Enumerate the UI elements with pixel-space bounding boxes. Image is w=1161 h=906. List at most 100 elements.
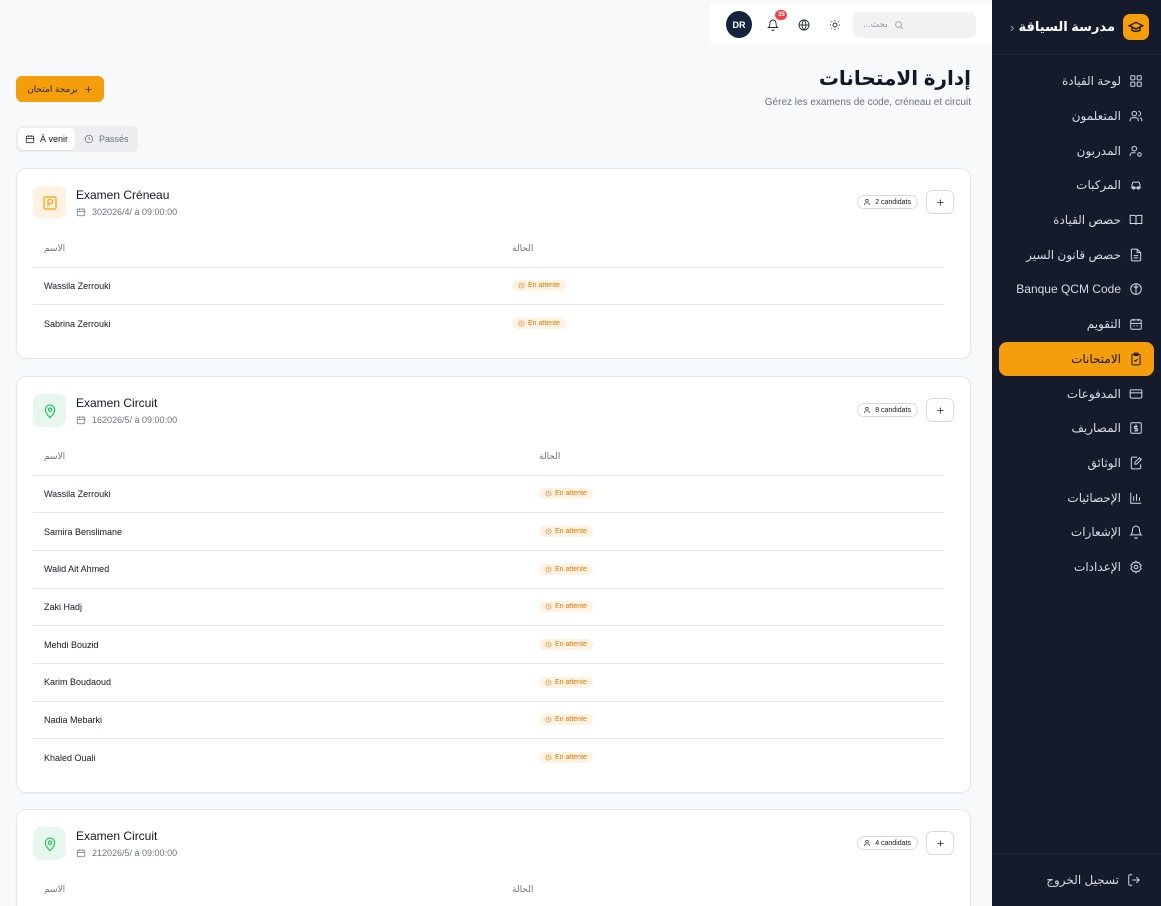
table-row[interactable]: Khaled Ouali En attente [33, 739, 944, 777]
table-row[interactable]: Wassila Zerrouki En attente [33, 475, 944, 514]
collapse-sidebar-icon[interactable]: ‹ [1010, 20, 1014, 35]
tab-past[interactable]: Passés [77, 128, 136, 150]
file-icon [1130, 248, 1142, 262]
tab-upcoming[interactable]: À venir [18, 128, 76, 150]
exam-card: Examen Créneau 302026/4/ à 09:00:00 2 cand… [16, 168, 971, 359]
search-input[interactable]: بحث... [853, 11, 977, 38]
clock-icon [545, 717, 552, 723]
users-icon [864, 840, 870, 846]
sidebar-item-dashboard[interactable]: لوحة القيادة [992, 64, 1161, 99]
schedule-exam-button[interactable]: برمجة امتحان [16, 76, 104, 102]
table-row[interactable]: Nadia Mebarki En attente [33, 701, 944, 740]
sidebar-item-users[interactable]: المتعلمون [992, 99, 1161, 134]
sidebar-item-bar-chart[interactable]: الإحصائيات [992, 480, 1161, 515]
clock-icon [545, 641, 552, 648]
exam-title: Examen Circuit [76, 829, 158, 843]
clock-icon [545, 566, 552, 573]
sidebar-item-file[interactable]: حصص قانون السير [992, 237, 1161, 272]
map-pin-icon [44, 836, 55, 851]
table-row[interactable]: Sabrina Zerrouki En attente [33, 305, 944, 343]
sidebar-item-label: المركبات [1076, 178, 1121, 193]
candidates-table: الاسم الحالة Wassila Zerrouki En attente Sam… [33, 439, 944, 777]
column-header-status: الحالة [501, 231, 944, 268]
status-badge: En attente [512, 280, 566, 292]
theme-toggle[interactable] [828, 17, 843, 33]
add-candidate-button[interactable] [926, 831, 954, 855]
status-cell: En attente [528, 625, 944, 664]
sidebar-item-user-cog[interactable]: المدربون [992, 133, 1161, 168]
sidebar-item-label: الإحصائيات [1067, 490, 1121, 505]
calendar-icon [76, 416, 86, 425]
candidates-count: 2 candidats [875, 198, 911, 206]
candidate-name: Wassila Zerrouki [33, 475, 528, 514]
sidebar-item-car[interactable]: المركبات [992, 168, 1161, 203]
sidebar-item-credit-card[interactable]: المدفوعات [992, 376, 1161, 411]
status-badge: En attente [512, 318, 566, 330]
status-badge: En attente [539, 563, 593, 575]
candidate-name: Zaki Hadj [33, 588, 528, 627]
status-label: En attente [528, 320, 560, 328]
exam-card-header: Examen Créneau 302026/4/ à 09:00:00 2 cand… [17, 169, 970, 231]
candidate-name: Nadia Mebarki [33, 701, 528, 740]
sidebar-item-label: حصص القيادة [1053, 213, 1121, 228]
sidebar-item-label: الإعدادات [1074, 559, 1121, 574]
avatar[interactable]: DR [726, 11, 752, 38]
candidates-badge: 4 candidats [857, 836, 918, 850]
topbar: DR 35 بحث... [710, 4, 992, 45]
status-label: En attente [555, 678, 587, 686]
notifications-button[interactable]: 35 [765, 9, 788, 33]
table-row[interactable]: Mehdi Bouzid En attente [33, 625, 944, 664]
plus-icon [937, 199, 943, 205]
sidebar-item-clipboard-check[interactable]: الامتحانات [999, 341, 1154, 377]
candidate-name: Mehdi Bouzid [33, 625, 528, 664]
table-row[interactable]: Wassila Zerrouki En attente [33, 267, 944, 306]
map-pin-icon [44, 403, 55, 418]
language-button[interactable] [796, 17, 811, 33]
clock-icon [518, 320, 525, 327]
exam-date-text: 162026/5/ à 09:00:00 [92, 415, 178, 425]
page-subtitle: Gérez les examens de code, créneau et ci… [764, 97, 971, 108]
exam-date: 162026/5/ à 09:00:00 [76, 415, 177, 425]
status-cell: En attente [501, 305, 944, 343]
sidebar-item-label: لوحة القيادة [1061, 74, 1121, 89]
sidebar-item-label: التقويم [1086, 317, 1121, 332]
add-candidate-button[interactable] [926, 190, 954, 214]
sidebar-item-document-edit[interactable]: الوثائق [992, 446, 1161, 481]
table-row[interactable]: Karim Boudaoud En attente [33, 663, 944, 702]
sidebar-header: مدرسة السياقة ‹ [992, 0, 1161, 55]
status-label: En attente [555, 565, 587, 573]
sidebar-item-brain[interactable]: Banque QCM Code [992, 272, 1161, 307]
candidates-table: الاسم الحالة [33, 872, 944, 906]
status-label: En attente [555, 754, 587, 762]
plus-icon [937, 407, 943, 413]
sidebar-item-label: حصص قانون السير [1026, 247, 1121, 262]
calendar-icon [76, 849, 86, 858]
clock-icon [518, 282, 525, 289]
sidebar-item-bell[interactable]: الإشعارات [992, 515, 1161, 550]
sidebar-item-label: المصاريف [1071, 421, 1121, 436]
sun-icon [830, 19, 841, 30]
add-candidate-button[interactable] [926, 398, 954, 422]
clock-icon [545, 528, 552, 535]
dashboard-icon [1130, 75, 1142, 88]
candidates-badge: 2 candidats [857, 195, 918, 209]
logout-button[interactable]: تسجيل الخروج [992, 853, 1161, 906]
sidebar-item-dollar[interactable]: المصاريف [992, 411, 1161, 446]
sidebar-item-label: الوثائق [1087, 455, 1121, 470]
brand[interactable]: مدرسة السياقة [1019, 14, 1149, 40]
candidate-name: Samira Benslimane [33, 512, 528, 551]
parking-icon [42, 195, 57, 210]
candidate-name: Khaled Ouali [44, 752, 96, 763]
status-badge: En attente [539, 676, 593, 688]
sidebar-item-settings[interactable]: الإعدادات [992, 550, 1161, 585]
sidebar-item-book[interactable]: حصص القيادة [992, 203, 1161, 238]
table-row[interactable]: Samira Benslimane En attente [33, 512, 944, 551]
table-row[interactable]: Zaki Hadj En attente [33, 588, 944, 627]
plus-icon [85, 86, 92, 92]
clock-icon [545, 679, 552, 686]
exam-type-icon [33, 827, 66, 860]
calendar-icon [1130, 318, 1142, 330]
sidebar-item-label: الإشعارات [1070, 525, 1121, 540]
table-row[interactable]: Walid Ait Ahmed En attente [33, 550, 944, 589]
sidebar-item-calendar[interactable]: التقويم [992, 307, 1161, 342]
